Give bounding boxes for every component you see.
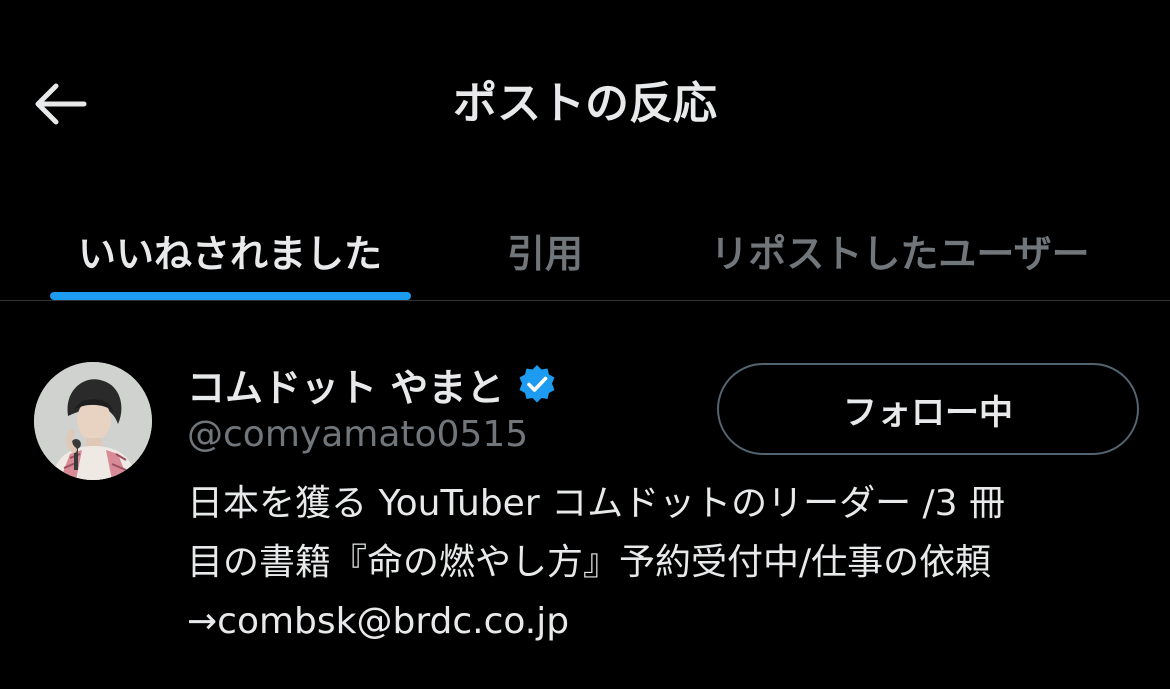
post-reactions-screen: ポストの反応 いいねされました 引用 リポストしたユーザー コムドット やまと … <box>0 0 1170 689</box>
user-handle: @comyamato0515 <box>187 414 529 455</box>
name-line: コムドット やまと <box>187 358 558 410</box>
avatar[interactable] <box>34 362 152 480</box>
active-tab-indicator <box>50 292 411 300</box>
verified-badge-icon <box>516 363 558 405</box>
tab-reposts[interactable]: リポストしたユーザー <box>680 200 1120 300</box>
avatar-image-icon <box>34 362 152 480</box>
display-name[interactable]: コムドット やまと <box>187 357 504 412</box>
tab-bar: いいねされました 引用 リポストしたユーザー <box>0 200 1170 301</box>
user-bio: 日本を獲る YouTuber コムドットのリーダー /3 冊 目の書籍『命の燃や… <box>187 483 1005 642</box>
tab-likes[interactable]: いいねされました <box>50 200 410 300</box>
tab-quotes[interactable]: 引用 <box>480 200 610 300</box>
following-button[interactable]: フォロー中 <box>717 363 1139 455</box>
header: ポストの反応 <box>0 0 1170 170</box>
page-title: ポストの反応 <box>453 78 717 129</box>
user-list-item[interactable]: コムドット やまと @comyamato0515 フォロー中 日本を獲る You… <box>0 340 1170 680</box>
